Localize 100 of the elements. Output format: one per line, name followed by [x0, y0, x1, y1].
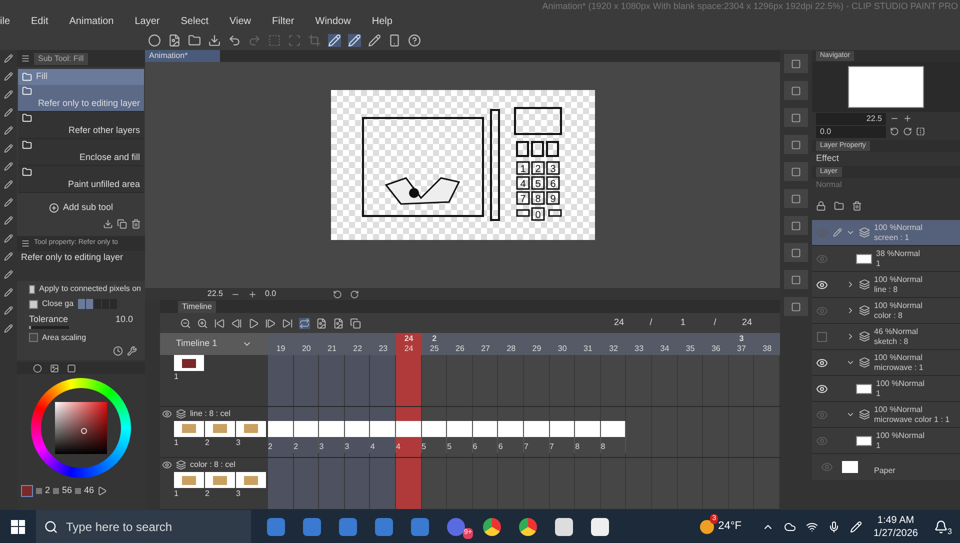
tab-icon[interactable]	[67, 364, 76, 372]
checkbox[interactable]	[29, 300, 38, 308]
cel-thumbnail[interactable]	[396, 420, 421, 437]
sub-tool-item[interactable]: Paint unfilled area	[18, 166, 144, 193]
visibility-checkbox[interactable]	[817, 332, 827, 342]
tool-icon[interactable]	[4, 252, 13, 261]
eye-icon[interactable]	[816, 278, 828, 290]
pen-icon[interactable]	[850, 520, 862, 532]
flip-icon[interactable]	[916, 127, 925, 136]
layer-row[interactable]: 100 %Normal line : 8	[812, 272, 960, 298]
frame-header[interactable]: 20	[294, 333, 320, 355]
weather-temperature[interactable]: 24°F	[718, 518, 742, 535]
tool-icon[interactable]	[4, 270, 13, 279]
layer-row[interactable]: 100 %Normal color : 8	[812, 298, 960, 324]
tool-icon[interactable]	[4, 324, 13, 333]
phone-icon[interactable]	[388, 34, 401, 46]
tool-icon[interactable]	[4, 198, 13, 207]
cel-thumbnail[interactable]	[447, 420, 472, 437]
tool-icon[interactable]	[4, 144, 13, 153]
frame-header[interactable]: 33	[626, 333, 652, 355]
tool-icon[interactable]	[4, 126, 13, 135]
collapse-icon[interactable]	[846, 358, 855, 367]
menu-item[interactable]: Layer	[134, 14, 160, 28]
eye-icon[interactable]	[162, 408, 172, 419]
frame-header[interactable]: 28	[498, 333, 524, 355]
cel-thumbnail[interactable]	[174, 355, 204, 371]
rotate-right-icon[interactable]	[350, 290, 359, 298]
tool-icon[interactable]	[4, 180, 13, 189]
folder-icon[interactable]	[859, 331, 870, 342]
tool-icon[interactable]	[4, 306, 13, 315]
notification-icon[interactable]	[934, 520, 948, 534]
new-cel-icon[interactable]	[316, 318, 327, 328]
main-color-swatch[interactable]	[21, 484, 33, 497]
zoom-field[interactable]: 22.5	[816, 112, 886, 124]
layer-row[interactable]: 100 %Normal 1	[812, 428, 960, 454]
zoom-in-icon[interactable]	[197, 318, 208, 328]
panel-button[interactable]	[784, 162, 808, 181]
menu-item[interactable]: Help	[372, 14, 392, 28]
taskbar-app-icon[interactable]	[591, 518, 609, 536]
color-wheel-tab-icon[interactable]	[33, 364, 42, 372]
layer-row[interactable]: 46 %Normal sketch : 8	[812, 324, 960, 350]
menu-item[interactable]: Window	[315, 14, 351, 28]
rotation-field[interactable]: 0.0	[265, 288, 325, 300]
cel-thumbnail[interactable]	[370, 420, 395, 437]
frame-header[interactable]: 3 37	[728, 333, 754, 355]
cel-thumbnail[interactable]	[319, 420, 344, 437]
frame-header[interactable]: 30	[550, 333, 576, 355]
menu-item[interactable]: ile	[0, 14, 10, 28]
menu-item[interactable]: Animation	[69, 14, 114, 28]
collapse-icon[interactable]	[846, 228, 855, 237]
rotate-left-icon[interactable]	[890, 127, 899, 136]
sub-tool-item[interactable]: Refer only to editing layer	[18, 85, 144, 112]
cel-thumbnail[interactable]	[294, 420, 318, 437]
clock-date[interactable]: 1/27/2026	[874, 526, 918, 540]
layer-row[interactable]: 100 %Normal screen : 1	[812, 220, 960, 246]
panel-button[interactable]	[784, 81, 808, 100]
tab-icon[interactable]	[50, 364, 59, 372]
folder-icon[interactable]	[188, 34, 201, 46]
frame-header[interactable]: 31	[575, 333, 601, 355]
trash-icon[interactable]	[131, 218, 141, 228]
wrench-icon[interactable]	[127, 346, 137, 356]
loop-icon[interactable]	[299, 318, 310, 328]
tool-icon[interactable]	[4, 162, 13, 171]
eye-icon[interactable]	[816, 382, 828, 394]
menu-item[interactable]: Edit	[31, 14, 48, 28]
zoom-in-icon[interactable]	[248, 290, 257, 298]
skip-forward-icon[interactable]	[282, 318, 293, 328]
cel-thumbnail[interactable]	[174, 420, 204, 437]
rotate-right-icon[interactable]	[903, 127, 912, 136]
frame-header[interactable]: 24 24	[396, 333, 422, 355]
new-file-icon[interactable]	[168, 34, 181, 46]
chrome-icon[interactable]	[519, 518, 537, 536]
cel-thumbnail[interactable]	[236, 472, 266, 488]
pencil-icon[interactable]	[328, 34, 341, 46]
new-cel-icon[interactable]	[333, 318, 344, 328]
frame-header[interactable]: 19	[268, 333, 294, 355]
color-picker-handle[interactable]	[81, 428, 87, 434]
taskbar-app-icon[interactable]	[555, 518, 573, 536]
panel-tab[interactable]: Sub Tool: Fill	[34, 52, 88, 64]
cel-thumbnail[interactable]	[498, 420, 523, 437]
tool-icon[interactable]	[4, 288, 13, 297]
menu-icon[interactable]	[21, 54, 30, 63]
tool-icon[interactable]	[4, 234, 13, 243]
zoom-out-icon[interactable]	[180, 318, 191, 328]
cel-thumbnail[interactable]	[205, 420, 235, 437]
menu-item[interactable]: Select	[180, 14, 209, 28]
expand-icon[interactable]	[846, 306, 855, 315]
clock-time[interactable]: 1:49 AM	[877, 514, 914, 526]
checkbox[interactable]	[29, 333, 38, 342]
frame-header[interactable]: 32	[600, 333, 626, 355]
duplicate-icon[interactable]	[350, 318, 361, 328]
new-folder-icon[interactable]	[834, 201, 844, 211]
cel-thumbnail[interactable]	[205, 472, 235, 488]
frame-header[interactable]: 2 25	[422, 333, 448, 355]
panel-button[interactable]	[784, 189, 808, 208]
chrome-icon[interactable]	[483, 518, 501, 536]
microphone-icon[interactable]	[828, 520, 840, 532]
cel-thumbnail[interactable]	[344, 420, 370, 437]
panel-tab[interactable]: Timeline	[178, 300, 216, 312]
sub-tool-item[interactable]: Refer other layers	[18, 112, 144, 139]
